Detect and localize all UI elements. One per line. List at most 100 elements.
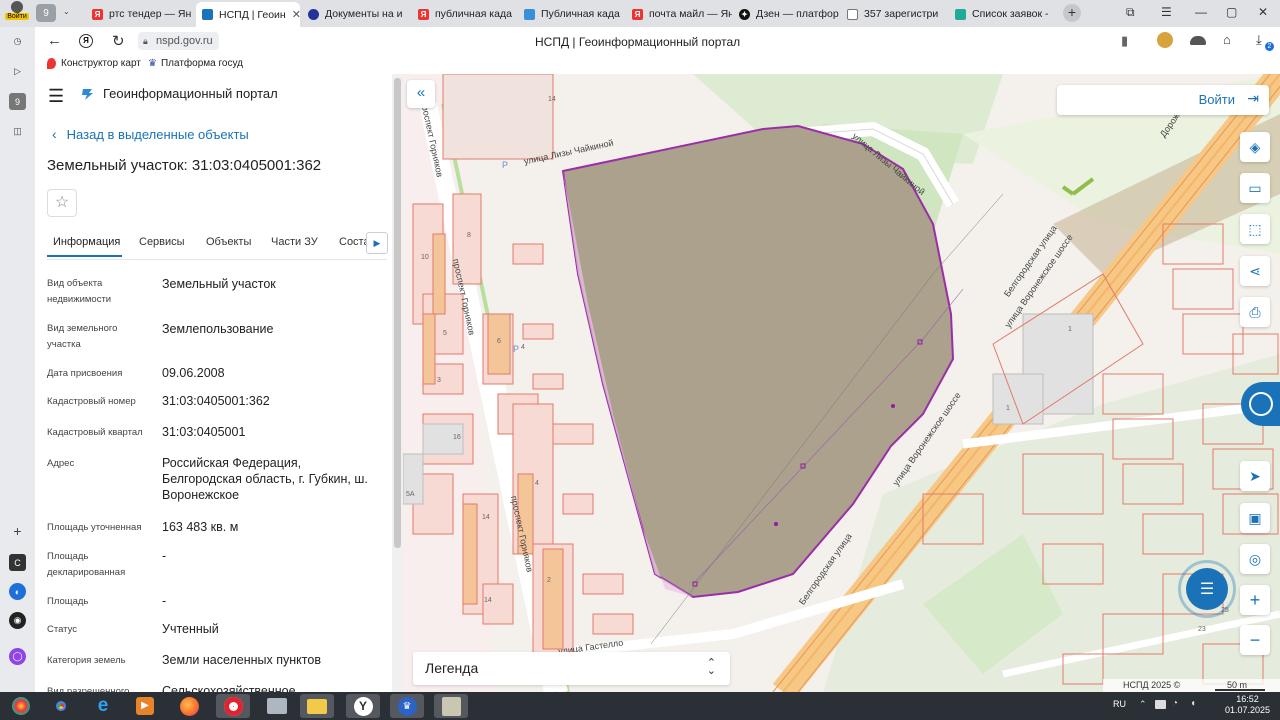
reload-icon[interactable]: ↻ bbox=[112, 32, 125, 50]
camera-icon[interactable]: ◫ bbox=[9, 123, 26, 140]
app-dark-icon[interactable]: ◉ bbox=[9, 612, 26, 629]
chevron-down-icon[interactable]: ⌄ bbox=[63, 7, 70, 16]
chat-icon: ☰ bbox=[1199, 581, 1215, 598]
tab-information[interactable]: Информация bbox=[53, 236, 120, 248]
taskbar-gosuslugi[interactable]: ♛ bbox=[390, 694, 424, 718]
taskbar-chrome[interactable] bbox=[44, 694, 78, 718]
tab-composition[interactable]: Соста bbox=[339, 236, 370, 248]
tab-label: Список заявок - bbox=[972, 8, 1049, 20]
language-indicator[interactable]: RU bbox=[1113, 699, 1126, 709]
zoom-in-button[interactable]: + bbox=[1240, 585, 1270, 615]
battery-icon[interactable] bbox=[1155, 700, 1166, 709]
tab-applications[interactable]: Список заявок - bbox=[955, 3, 1055, 25]
bookmark-icon[interactable]: ▮ bbox=[1121, 33, 1128, 49]
layers-button[interactable]: ◈ bbox=[1240, 132, 1270, 162]
bookmark-label: Конструктор карт bbox=[61, 58, 141, 69]
scale-bar bbox=[1215, 689, 1265, 691]
downloads-icon[interactable]: ⤓ bbox=[1256, 32, 1262, 48]
extensions-icon[interactable]: ⌂ bbox=[1223, 32, 1231, 47]
tray-chevron-icon[interactable]: ⌃ bbox=[1139, 699, 1147, 710]
taskbar-opera[interactable] bbox=[216, 694, 250, 718]
tab-objects[interactable]: Объекты bbox=[206, 236, 251, 248]
tab-dzen[interactable]: ✦ Дзен — платфор bbox=[739, 3, 839, 25]
field-value: - bbox=[162, 594, 167, 608]
hamburger-icon[interactable]: ☰ bbox=[48, 86, 64, 107]
profile-icon bbox=[11, 1, 23, 13]
collections-icon[interactable]: ⧉ bbox=[1126, 5, 1135, 20]
counter-icon[interactable]: 9 bbox=[9, 93, 26, 110]
bookmark-constructor[interactable]: Конструктор карт bbox=[47, 58, 141, 69]
geolocation-button[interactable]: ➤ bbox=[1240, 461, 1270, 491]
minimap-button[interactable]: ▣ bbox=[1240, 503, 1270, 533]
house-number: 14 bbox=[484, 597, 492, 604]
menu-icon[interactable]: ☰ bbox=[1161, 5, 1172, 19]
taskbar-firefox[interactable] bbox=[172, 694, 206, 718]
ruler-icon: ▭ bbox=[1248, 179, 1262, 196]
assistant-button[interactable] bbox=[1241, 382, 1280, 426]
browser-tab-bar: Войти 9 ⌄ Яртс тендер — Ян НСПД | Геоин ✕… bbox=[0, 0, 1280, 27]
ruler-button[interactable]: ▭ bbox=[1240, 173, 1270, 203]
extension-cap-icon[interactable] bbox=[1190, 36, 1206, 45]
print-button[interactable]: ⎙ bbox=[1240, 297, 1270, 327]
map-view[interactable]: улица Лизы Чайкиной улица Лизы Чайкиной … bbox=[403, 74, 1280, 692]
tab-nspd[interactable]: НСПД | Геоин ✕ bbox=[196, 2, 300, 27]
taskbar-yandex[interactable]: Y bbox=[346, 694, 380, 718]
volume-icon[interactable]: ◖ bbox=[1190, 698, 1196, 709]
minimize-icon[interactable]: — bbox=[1195, 5, 1207, 19]
maximize-icon[interactable]: ▢ bbox=[1226, 5, 1237, 19]
tab-public-cadastral-2[interactable]: Публичная када bbox=[524, 3, 624, 25]
tabs-scroll-right-button[interactable]: ▶ bbox=[366, 232, 388, 254]
app-c-icon[interactable]: C bbox=[9, 554, 26, 571]
house-number: 16 bbox=[453, 434, 461, 441]
zoom-out-button[interactable]: − bbox=[1240, 625, 1270, 655]
tab-label: Дзен — платфор bbox=[756, 8, 839, 20]
chat-button[interactable]: ☰ bbox=[1186, 568, 1228, 610]
lock-icon: 🔒︎ bbox=[143, 36, 148, 46]
field-label: Площадь bbox=[47, 596, 89, 607]
taskbar-game[interactable] bbox=[434, 694, 468, 718]
tab-mail[interactable]: Япочта майл — Ян bbox=[632, 3, 732, 25]
tab-counter[interactable]: 9 bbox=[36, 4, 56, 22]
history-icon[interactable]: ◷ bbox=[9, 33, 26, 50]
bookmark-gosuslugi[interactable]: ♛ Платформа госуд bbox=[148, 58, 243, 69]
profile-button[interactable]: Войти bbox=[4, 1, 30, 25]
select-area-button[interactable]: ⬚ bbox=[1240, 214, 1270, 244]
legend-panel[interactable]: Легенда ⌃ ⌄ bbox=[413, 652, 730, 685]
scrollbar-thumb[interactable] bbox=[394, 78, 401, 548]
search-location-button[interactable]: ◎ bbox=[1240, 544, 1270, 574]
yandex-logo-icon[interactable]: Я bbox=[79, 34, 93, 48]
tab-rts-tender[interactable]: Яртс тендер — Ян bbox=[92, 3, 192, 25]
collapse-panel-button[interactable]: « bbox=[407, 80, 435, 108]
house-number: 14 bbox=[482, 514, 490, 521]
start-button[interactable] bbox=[4, 694, 38, 718]
tab-public-cadastral-1[interactable]: Япубличная када bbox=[418, 3, 518, 25]
taskbar-media[interactable]: ▶ bbox=[128, 694, 162, 718]
clock[interactable]: 16:52 01.07.2025 bbox=[1225, 694, 1270, 716]
url-field[interactable]: 🔒︎ nspd.gov.ru bbox=[138, 32, 219, 50]
taskbar-ie[interactable]: e bbox=[86, 694, 120, 718]
tab-registered[interactable]: 357 зарегистри bbox=[847, 3, 947, 25]
add-icon[interactable]: + bbox=[9, 522, 26, 539]
close-window-icon[interactable]: ✕ bbox=[1258, 5, 1268, 19]
app-blue-icon[interactable]: ◐ bbox=[9, 583, 26, 600]
wifi-icon[interactable]: ◔ bbox=[1172, 698, 1178, 709]
back-to-selected-link[interactable]: ‹ Назад в выделенные объекты bbox=[52, 126, 249, 142]
panel-scrollbar[interactable] bbox=[392, 74, 403, 692]
active-tab-indicator bbox=[47, 255, 122, 257]
play-icon[interactable]: ▷ bbox=[9, 63, 26, 80]
login-button[interactable]: Войти ⇥ bbox=[1057, 85, 1269, 115]
taskbar-explorer[interactable] bbox=[300, 694, 334, 718]
close-tab-icon[interactable]: ✕ bbox=[292, 8, 300, 21]
tab-parts[interactable]: Части ЗУ bbox=[271, 236, 318, 248]
extension-avatar-icon[interactable] bbox=[1157, 32, 1173, 48]
internet-explorer-icon: e bbox=[97, 695, 109, 716]
alice-icon[interactable]: ◯ bbox=[9, 648, 26, 665]
back-icon[interactable]: ← bbox=[47, 32, 62, 49]
new-tab-button[interactable]: + bbox=[1063, 4, 1081, 22]
field-value: - bbox=[162, 549, 167, 563]
share-button[interactable]: ⋖ bbox=[1240, 256, 1270, 286]
tab-documents[interactable]: Документы на и bbox=[308, 3, 410, 25]
taskbar-app[interactable] bbox=[260, 694, 294, 718]
favorite-star-button[interactable]: ☆ bbox=[47, 189, 77, 217]
tab-services[interactable]: Сервисы bbox=[139, 236, 185, 248]
